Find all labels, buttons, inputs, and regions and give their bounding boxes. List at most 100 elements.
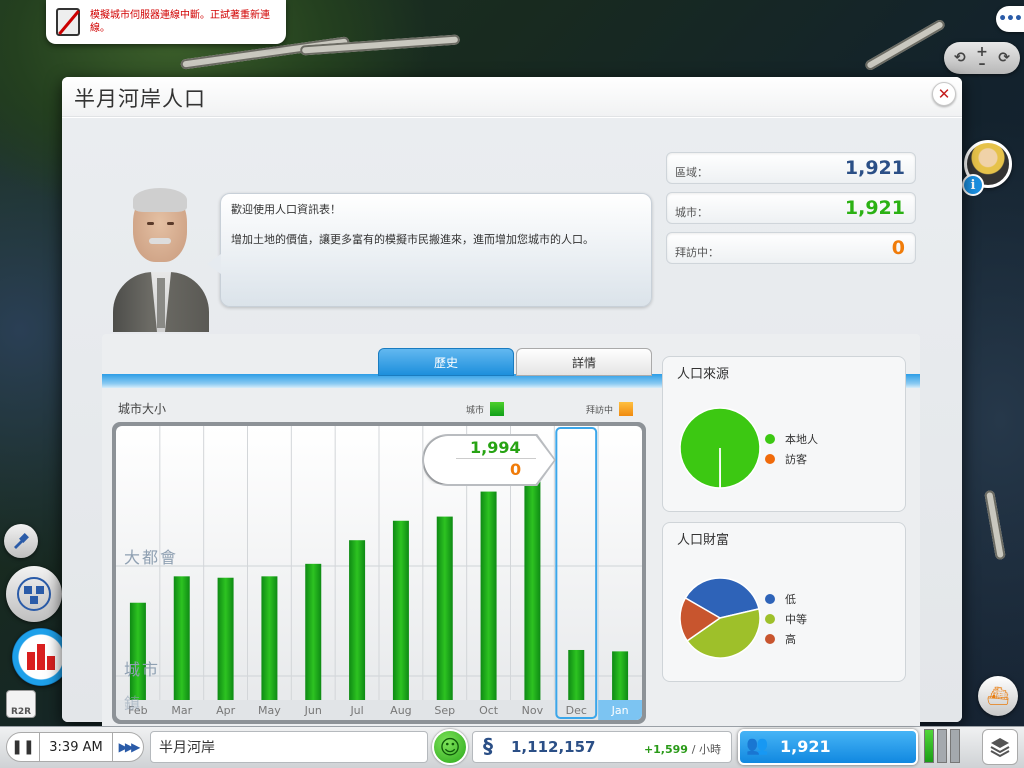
rci-bar-residential: [924, 729, 934, 763]
x-tick-dec: Dec: [566, 704, 587, 717]
stat-city-label: 城市：: [675, 206, 708, 219]
bar-mar: [173, 576, 190, 700]
zoom-out-button[interactable]: –: [978, 57, 985, 71]
city-name-field[interactable]: 半月河岸: [150, 731, 428, 763]
x-tick-sep: Sep: [434, 704, 455, 717]
stat-visiting-label: 拜訪中：: [675, 246, 719, 259]
chart-plot-area: Feb Mar Apr May Jun Jul Aug Sep Oct Nov Dec Jan 大都會…: [116, 426, 642, 720]
fast-forward-icon[interactable]: ▶▶▶: [112, 732, 144, 762]
bar-aug: [392, 520, 409, 700]
advisor-mustache: [149, 238, 171, 244]
layers-icon[interactable]: [982, 729, 1018, 765]
bar-oct: [480, 491, 497, 700]
x-tick-mar: Mar: [171, 704, 192, 717]
wealth-pie-card: 人口財富 低 中等 高: [662, 522, 906, 682]
bar-jul: [349, 540, 366, 700]
x-tick-aug: Aug: [390, 704, 411, 717]
origin-pie-title: 人口來源: [677, 367, 730, 382]
legend-item-local: 本地人: [765, 429, 818, 449]
bar-nov: [524, 478, 541, 700]
legend-item-low: 低: [765, 589, 807, 609]
legend-label-high: 高: [785, 633, 796, 646]
population-panel: 半月河岸人口 ✕ 歡迎使用人口資訊表！ 增加土地的價值，讓更多富有的模擬市民搬進…: [62, 77, 962, 730]
tab-details[interactable]: 詳情: [516, 348, 652, 376]
rotate-right-icon[interactable]: ⟳: [998, 50, 1010, 66]
legend-dot: [765, 454, 775, 464]
level-label-metropolis: 大都會: [124, 548, 179, 567]
legend-dot: [765, 434, 775, 444]
simoleon-icon: §: [483, 734, 493, 758]
wealth-pie-legend: 低 中等 高: [765, 589, 807, 649]
advisor-tie: [157, 278, 165, 328]
income-value: +1,599: [643, 743, 688, 756]
panel-title: 半月河岸人口: [74, 87, 206, 111]
legend-visitors-swatch: [619, 402, 634, 416]
bar-may: [261, 576, 278, 700]
origin-pie-card: 人口來源 本地人 訪客: [662, 356, 906, 512]
road: [983, 489, 1007, 561]
population-button[interactable]: 👥 1,921: [738, 729, 918, 765]
pause-icon[interactable]: ❚❚: [6, 732, 40, 762]
population-people-icon: 👥: [746, 735, 769, 756]
tab-history[interactable]: 歷史: [378, 348, 514, 376]
happy-face-icon[interactable]: ☺: [432, 729, 468, 765]
legend-label-local: 本地人: [785, 433, 818, 446]
chart-title: 城市大小: [118, 402, 167, 416]
origin-pie-legend: 本地人 訪客: [765, 429, 818, 469]
money-display[interactable]: § 1,112,157 +1,599 / 小時: [472, 731, 732, 763]
x-tick-jul: Jul: [349, 704, 363, 717]
bottom-bar: ❚❚ 3:39 AM ▶▶▶ 半月河岸 ☺ § 1,112,157 +1,599…: [0, 726, 1024, 768]
zoom-rotate-control[interactable]: ⟲ + – ⟳: [944, 42, 1020, 74]
legend-dot: [765, 594, 775, 604]
x-tick-oct: Oct: [479, 704, 499, 717]
ship-icon[interactable]: ⛴: [978, 676, 1018, 716]
stat-city: 城市： 1,921: [666, 192, 916, 224]
stat-visiting: 拜訪中： 0: [666, 232, 916, 264]
x-tick-jun: Jun: [304, 704, 322, 717]
welcome-line-1: 歡迎使用人口資訊表！: [231, 203, 341, 216]
money-value: 1,112,157: [511, 738, 596, 756]
legend-label-low: 低: [785, 593, 796, 606]
tooltip-divider: [456, 458, 536, 459]
x-tick-may: May: [258, 704, 281, 717]
population-value: 1,921: [780, 737, 831, 756]
level-label-city: 城市: [124, 660, 161, 679]
road: [299, 34, 461, 56]
origin-pie-chart: [679, 407, 761, 489]
legend-city-swatch: [490, 402, 505, 416]
legend-item-visitor: 訪客: [765, 449, 818, 469]
legend-visitors: 拜訪中: [586, 402, 634, 416]
bar-feb: [129, 602, 146, 700]
close-x-icon[interactable]: ✕: [932, 82, 956, 106]
wealth-pie-title: 人口財富: [677, 533, 730, 548]
wealth-pie-chart: [679, 577, 761, 659]
connection-alert[interactable]: 模擬城市伺服器連線中斷。正試著重新連線。: [46, 0, 286, 44]
stat-region-value: 1,921: [844, 157, 905, 179]
tooltip-visitors-value: 0: [510, 460, 522, 479]
road: [863, 18, 947, 72]
legend-label-visitor: 訪客: [785, 453, 807, 466]
info-icon[interactable]: i: [962, 174, 984, 196]
legend-dot: [765, 614, 775, 624]
bar-apr: [217, 577, 234, 700]
paintbrush-icon[interactable]: [4, 524, 38, 558]
rotate-left-icon[interactable]: ⟲: [954, 50, 966, 66]
more-dots-icon[interactable]: •••: [996, 6, 1024, 32]
welcome-line-2: 增加土地的價值，讓更多富有的模擬市民搬進來，進而增加您城市的人口。: [231, 233, 594, 246]
bar-sep: [436, 516, 453, 700]
stat-region-label: 區域：: [675, 166, 708, 179]
legend-item-medium: 中等: [765, 609, 807, 629]
stat-visiting-value: 0: [891, 237, 905, 259]
chart-frame: Feb Mar Apr May Jun Jul Aug Sep Oct Nov Dec Jan 大都會…: [112, 422, 646, 724]
advisor-portrait: [109, 186, 211, 332]
bar-jan: [612, 651, 629, 700]
legend-city: 城市: [466, 402, 505, 416]
panel-body: 歡迎使用人口資訊表！ 增加土地的價值，讓更多富有的模擬市民搬進來，進而增加您城市…: [62, 118, 962, 730]
r2r-button[interactable]: R2R: [6, 690, 36, 718]
zoning-tool-icon[interactable]: [6, 566, 62, 622]
advisor-eye: [147, 222, 154, 225]
rci-demand-meter[interactable]: [924, 729, 960, 763]
advisor-eye: [167, 222, 174, 225]
panel-header: 半月河岸人口 ✕: [62, 77, 962, 117]
alert-message: 模擬城市伺服器連線中斷。正試著重新連線。: [90, 10, 270, 34]
